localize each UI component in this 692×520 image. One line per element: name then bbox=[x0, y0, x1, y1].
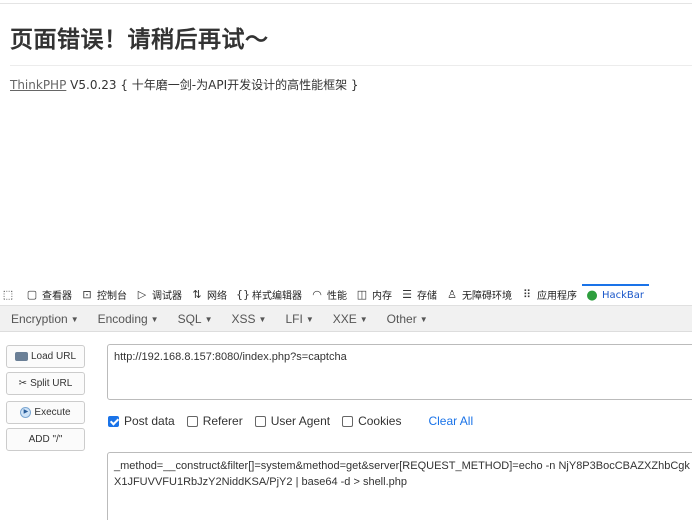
user-agent-checkbox[interactable] bbox=[254, 415, 266, 427]
post-data-input[interactable]: _method=__construct&filter[]=system&meth… bbox=[107, 452, 692, 520]
accessibility-icon: ♙ bbox=[447, 287, 457, 301]
thinkphp-link[interactable]: ThinkPHP bbox=[10, 78, 66, 92]
option-label: Post data bbox=[124, 414, 175, 428]
element-picker-icon: ⬚ bbox=[2, 287, 14, 301]
tab-console[interactable]: ⊡ 控制台 bbox=[77, 284, 132, 306]
tab-accessibility[interactable]: ♙ 无障碍环境 bbox=[442, 284, 517, 306]
url-input[interactable]: http://192.168.8.157:8080/index.php?s=ca… bbox=[107, 344, 692, 400]
post-data-checkbox[interactable] bbox=[108, 415, 119, 427]
performance-icon: ◠ bbox=[312, 287, 322, 301]
element-picker[interactable]: ⬚ bbox=[0, 284, 22, 306]
copyright: ThinkPHP V5.0.23 { 十年磨一剑-为API开发设计的高性能框架 … bbox=[10, 76, 359, 93]
caret-down-icon: ▼ bbox=[258, 314, 267, 324]
menu-label: SQL bbox=[177, 311, 202, 326]
cookies-checkbox[interactable] bbox=[342, 415, 354, 427]
option-label: Referer bbox=[202, 414, 243, 428]
caret-down-icon: ▼ bbox=[70, 314, 79, 324]
split-icon: ✂ bbox=[18, 377, 28, 389]
hackbar-menu: Encryption ▼ Encoding ▼ SQL ▼ XSS ▼ LFI ▼ XXE… bbox=[0, 306, 692, 332]
tab-label: 调试器 bbox=[152, 291, 182, 302]
inspector-icon: ▢ bbox=[26, 287, 38, 301]
tab-label: 网络 bbox=[207, 291, 227, 302]
tab-debugger[interactable]: ▷ 调试器 bbox=[132, 284, 187, 306]
top-border bbox=[0, 3, 692, 4]
add-slash-button[interactable]: ADD "/" bbox=[6, 428, 85, 451]
tab-inspector[interactable]: ▢ 查看器 bbox=[22, 284, 77, 306]
menu-other[interactable]: Other ▼ bbox=[376, 312, 436, 326]
clear-all-link[interactable]: Clear All bbox=[428, 414, 473, 428]
tab-label: 样式编辑器 bbox=[252, 291, 302, 302]
menu-encoding[interactable]: Encoding ▼ bbox=[87, 312, 167, 326]
menu-label: Other bbox=[386, 311, 417, 326]
menu-label: Encoding bbox=[97, 311, 148, 326]
referer-option[interactable]: Referer bbox=[186, 414, 243, 428]
caret-down-icon: ▼ bbox=[305, 314, 314, 324]
menu-label: LFI bbox=[285, 311, 303, 326]
caret-down-icon: ▼ bbox=[359, 314, 368, 324]
tab-style-editor[interactable]: {} 样式编辑器 bbox=[232, 284, 307, 306]
tab-label: 性能 bbox=[327, 291, 347, 302]
caret-down-icon: ▼ bbox=[419, 314, 428, 324]
version-text: V5.0.23 { 十年磨一剑-为API开发设计的高性能框架 } bbox=[70, 78, 359, 92]
button-label: Load URL bbox=[30, 351, 77, 362]
application-icon: ⠿ bbox=[522, 287, 532, 301]
tab-label: 内存 bbox=[372, 291, 392, 302]
split-url-button[interactable]: ✂ Split URL bbox=[6, 372, 85, 395]
style-editor-icon: {} bbox=[236, 287, 250, 301]
hackbar-icon: ● bbox=[586, 287, 598, 303]
menu-label: XXE bbox=[332, 311, 357, 326]
menu-xxe[interactable]: XXE ▼ bbox=[322, 312, 376, 326]
menu-sql[interactable]: SQL ▼ bbox=[167, 312, 221, 326]
option-label: User Agent bbox=[270, 414, 331, 428]
execute-button[interactable]: ▶ Execute bbox=[6, 401, 85, 424]
menu-encryption[interactable]: Encryption ▼ bbox=[0, 312, 87, 326]
tab-memory[interactable]: ◫ 内存 bbox=[352, 284, 397, 306]
tab-label: 控制台 bbox=[97, 291, 127, 302]
storage-icon: ☰ bbox=[402, 287, 412, 301]
tab-label: 应用程序 bbox=[537, 291, 577, 302]
referer-checkbox[interactable] bbox=[186, 415, 198, 427]
play-icon: ▶ bbox=[20, 407, 32, 418]
menu-label: Encryption bbox=[11, 311, 68, 326]
menu-lfi[interactable]: LFI ▼ bbox=[274, 312, 321, 326]
load-url-button[interactable]: Load URL bbox=[6, 345, 85, 368]
tab-label: HackBar bbox=[602, 290, 645, 301]
request-options: Post data Referer User Agent Cookies Cle… bbox=[108, 413, 473, 429]
page-title: 页面错误！请稍后再试～ bbox=[10, 27, 269, 53]
tab-hackbar[interactable]: ● HackBar bbox=[582, 283, 650, 306]
caret-down-icon: ▼ bbox=[150, 314, 159, 324]
tab-label: 存储 bbox=[417, 291, 437, 302]
tab-performance[interactable]: ◠ 性能 bbox=[307, 284, 352, 306]
tab-label: 无障碍环境 bbox=[462, 291, 512, 302]
load-icon bbox=[14, 352, 28, 361]
tab-storage[interactable]: ☰ 存储 bbox=[397, 284, 442, 306]
debugger-icon: ▷ bbox=[137, 287, 147, 301]
button-label: ADD "/" bbox=[28, 434, 63, 445]
caret-down-icon: ▼ bbox=[204, 314, 213, 324]
divider bbox=[10, 65, 692, 66]
devtools-tabbar: ⬚ ▢ 查看器 ⊡ 控制台 ▷ 调试器 ⇅ 网络 {} 样式编辑器 ◠ 性能 ◫… bbox=[0, 283, 692, 306]
cookies-option[interactable]: Cookies bbox=[342, 414, 401, 428]
option-label: Cookies bbox=[358, 414, 402, 428]
menu-xss[interactable]: XSS ▼ bbox=[221, 312, 275, 326]
tab-application[interactable]: ⠿ 应用程序 bbox=[517, 284, 582, 306]
memory-icon: ◫ bbox=[356, 287, 368, 301]
menu-label: XSS bbox=[231, 311, 256, 326]
tab-label: 查看器 bbox=[42, 291, 72, 302]
user-agent-option[interactable]: User Agent bbox=[254, 414, 331, 428]
tab-network[interactable]: ⇅ 网络 bbox=[187, 284, 232, 306]
console-icon: ⊡ bbox=[82, 287, 92, 301]
button-label: Split URL bbox=[30, 378, 73, 389]
network-icon: ⇅ bbox=[192, 287, 202, 301]
button-label: Execute bbox=[34, 407, 71, 418]
post-data-option[interactable]: Post data bbox=[108, 414, 175, 428]
